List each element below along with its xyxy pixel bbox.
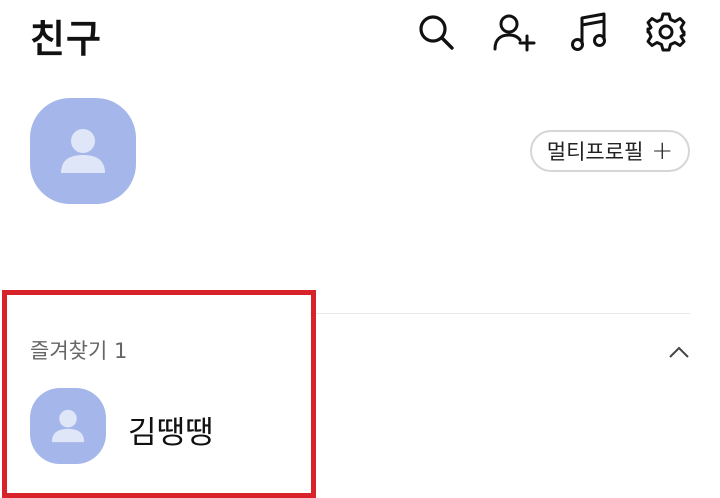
section-divider [310, 313, 690, 314]
multi-profile-button[interactable]: 멀티프로필 + [530, 130, 690, 172]
settings-button[interactable] [644, 10, 688, 54]
search-button[interactable] [414, 10, 458, 54]
search-icon [419, 15, 454, 50]
person-icon [61, 129, 105, 173]
multi-profile-label: 멀티프로필 [546, 140, 644, 164]
add-friend-icon [493, 14, 536, 52]
friend-avatar[interactable] [30, 388, 106, 464]
settings-icon [646, 12, 686, 52]
person-icon [51, 409, 85, 443]
music-button[interactable] [568, 10, 612, 54]
friend-name[interactable]: 김땡땡 [128, 407, 214, 452]
chevron-up-icon [669, 346, 689, 358]
my-profile-avatar[interactable] [30, 98, 136, 204]
friends-screen: 친구 멀티프로필 + 즐겨찾기 1 김땡땡 [0, 0, 720, 498]
favorites-section-title: 즐겨찾기 1 [30, 339, 128, 363]
favorites-collapse-button[interactable] [664, 340, 694, 364]
plus-icon: + [651, 136, 674, 166]
page-title: 친구 [30, 17, 102, 61]
add-friend-button[interactable] [492, 10, 536, 54]
music-icon [571, 12, 606, 51]
